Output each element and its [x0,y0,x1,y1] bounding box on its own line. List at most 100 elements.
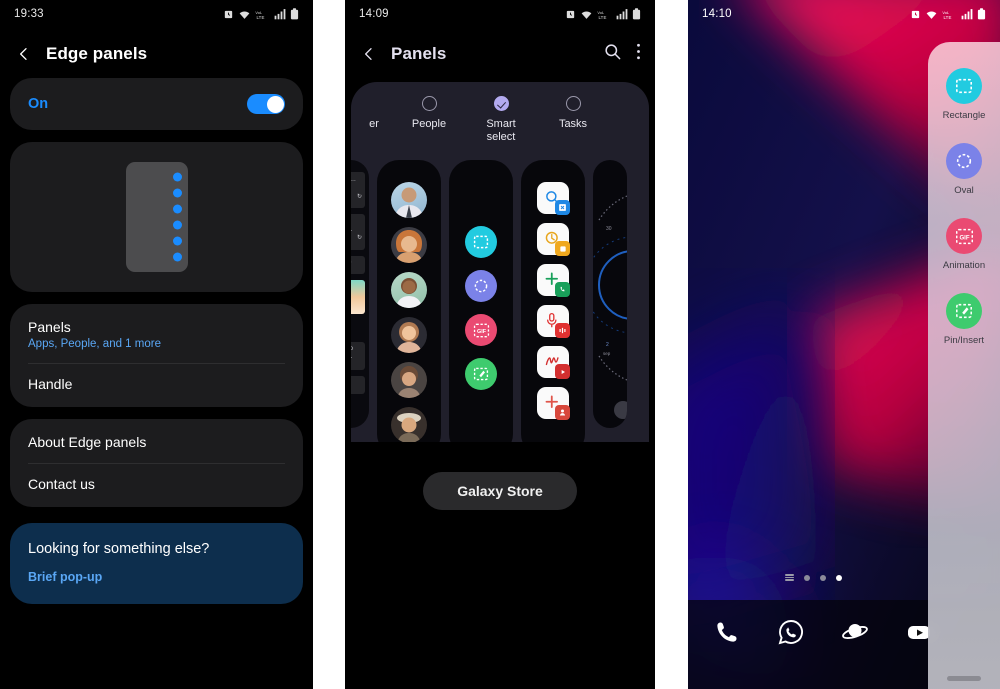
task-icons [521,160,585,441]
panels-item-title: Panels [28,319,71,335]
panel-selector-row: er People Smart select Tasks [351,96,649,160]
panel-option-people[interactable]: People [393,96,465,131]
sidebar-item-contact[interactable]: Contact us [10,463,303,505]
gif-animation-icon[interactable]: GIF [946,218,982,254]
three-phone-screenshots: 19:33 VoL LTE Edge panels On Panels Apps… [0,0,1000,689]
oval-icon[interactable] [465,270,497,302]
voice-record-task-icon[interactable] [537,305,570,338]
status-bar: 19:33 VoL LTE [0,0,313,28]
svg-text:LTE: LTE [943,14,951,19]
more-vert-icon[interactable] [636,42,641,66]
avatar[interactable] [391,362,427,398]
page-dot[interactable] [819,574,826,581]
edge-item-animation[interactable]: GIF Animation [928,218,1000,271]
sidebar-item-panels[interactable]: Panels Apps, People, and 1 more [10,306,303,363]
browser-icon[interactable] [840,617,870,647]
search-task-icon[interactable] [537,182,570,215]
edge-item-label: Pin/Insert [943,335,985,346]
toggle-label: On [28,96,49,112]
gap-1 [313,0,345,689]
store-button-row: Galaxy Store [345,442,655,510]
home-screen-glyph[interactable] [784,574,794,581]
panel-radio-tasks[interactable] [565,96,581,111]
badge [555,241,570,256]
screen-panels-chooser: 14:09 VoL LTE Panels er People Smart sel… [345,0,655,689]
svg-text:VoL: VoL [255,10,263,14]
whatsapp-icon[interactable] [776,617,806,647]
avatar[interactable] [391,272,427,308]
status-bar: 14:09 VoL LTE [345,0,655,28]
panel-preview-cards: ...m…↻ eee l…↻ ams es ton, … ed [351,160,649,442]
panel-card-clipboard[interactable]: ...m…↻ eee l…↻ ams es ton, … ed [351,160,369,428]
info-list-card: About Edge panels Contact us [10,419,303,507]
badge [555,323,570,338]
sidebar-item-about[interactable]: About Edge panels [10,421,303,463]
handle-preview-card [10,142,303,292]
back-icon[interactable] [361,46,377,62]
smart-select-icons: GIF [449,160,513,412]
screen-home-edge-panel: 14:10 VoL LTE Rectangle Oval GIF Animati… [688,0,1000,689]
svg-text:sep: sep [603,351,611,356]
add-contact-task-icon[interactable] [537,264,570,297]
wifi-icon [926,10,937,19]
wifi-icon [239,10,250,19]
avatar[interactable] [391,182,427,218]
status-bar: 14:10 VoL LTE [688,0,1000,28]
edge-panels-switch[interactable] [247,94,285,114]
page-title: Panels [391,44,447,63]
signal-icon [274,8,286,19]
edge-item-oval[interactable]: Oval [928,143,1000,196]
panel-option-tasks[interactable]: Tasks [537,96,609,131]
oval-icon[interactable] [946,143,982,179]
page-dot-active[interactable] [835,574,842,581]
page-indicator[interactable] [688,574,938,581]
panel-option-clipboard[interactable]: er [351,96,393,131]
alarm-icon [911,10,920,18]
panels-item-subtitle: Apps, People, and 1 more [28,338,161,350]
panel-radio-smart-select[interactable] [493,96,509,111]
galaxy-store-button[interactable]: Galaxy Store [423,472,577,510]
signal-icon [616,8,628,19]
panel-card-smart-select[interactable]: GIF [449,160,513,442]
avatar[interactable] [391,227,427,263]
avatar[interactable] [391,317,427,353]
rectangle-icon[interactable] [946,68,982,104]
search-icon[interactable] [603,42,622,66]
edge-item-label: Rectangle [942,110,986,121]
panel-card-people[interactable] [377,160,441,442]
status-time: 19:33 [14,8,44,20]
edge-item-pin-insert[interactable]: Pin/Insert [928,293,1000,346]
badge [555,405,570,420]
header-actions [603,42,641,66]
toggle-row[interactable]: On [10,78,303,130]
panel-card-tasks[interactable] [521,160,585,442]
add-person-task-icon[interactable] [537,387,570,420]
panel-option-label: Tasks [558,118,588,130]
page-dot[interactable] [803,574,810,581]
clock-task-icon[interactable] [537,223,570,256]
promo-card[interactable]: Looking for something else? Brief pop-up [10,523,303,604]
sidebar-item-handle[interactable]: Handle [10,363,303,405]
gif-animation-icon[interactable]: GIF [465,314,497,346]
rectangle-icon[interactable] [465,226,497,258]
promo-title: Looking for something else? [28,541,210,557]
panel-radio-people[interactable] [421,96,437,111]
handwriting-task-icon[interactable] [537,346,570,379]
smart-select-edge-panel[interactable]: Rectangle Oval GIF Animation Pin/Insert [928,42,1000,689]
brief-popup-link[interactable]: Brief pop-up [28,570,285,584]
pin-insert-icon[interactable] [465,358,497,390]
pin-insert-icon[interactable] [946,293,982,329]
edge-item-rectangle[interactable]: Rectangle [928,68,1000,121]
alarm-icon [566,10,575,18]
back-icon[interactable] [16,46,32,62]
svg-text:LTE: LTE [598,14,606,19]
edge-panels-toggle-card[interactable]: On [10,78,303,130]
avatar[interactable] [391,407,427,442]
phone-icon[interactable] [712,617,742,647]
svg-text:GIF: GIF [477,329,487,335]
panel-card-weather[interactable]: 30 2 sep [593,160,627,428]
settings-list-card: Panels Apps, People, and 1 more Handle [10,304,303,407]
panel-option-label: Smart select [486,118,516,143]
panel-option-smart-select[interactable]: Smart select [465,96,537,144]
panel-grip-handle[interactable] [947,676,981,681]
